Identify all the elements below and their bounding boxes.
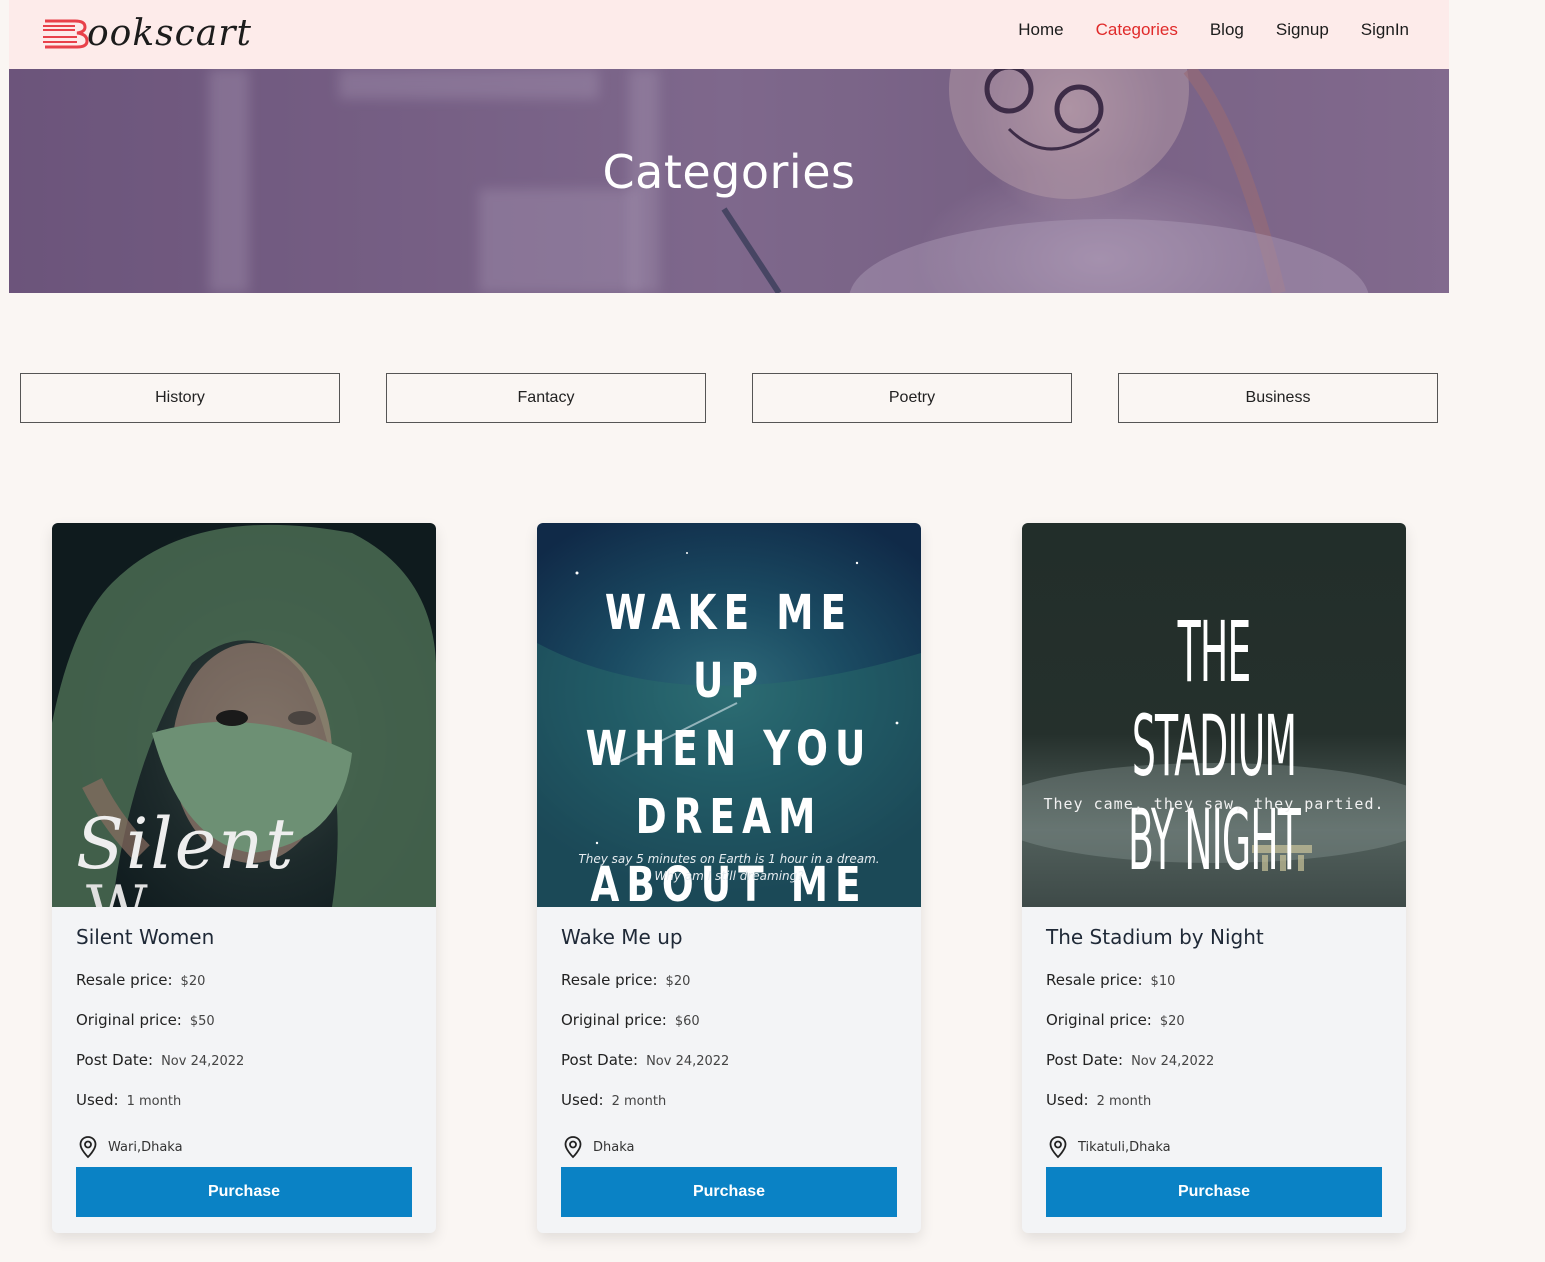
original-price-row: Original price: $60 [561, 1011, 700, 1029]
resale-price-row: Resale price: $10 [1046, 971, 1175, 989]
page-title: Categories [602, 145, 856, 199]
page: ookscart Home Categories Blog Signup Sig… [9, 0, 1449, 1262]
book-cover-image[interactable]: THE STADIUM BY NIGHT They came, they saw… [1022, 523, 1406, 907]
resale-price-label: Resale price: [76, 971, 173, 989]
hero-banner: Categories [9, 69, 1449, 293]
original-price-label: Original price: [561, 1011, 667, 1029]
location-pin-icon [1049, 1136, 1067, 1159]
post-date-value: Nov 24,2022 [1131, 1054, 1215, 1069]
book-title: Silent Women [76, 925, 215, 949]
category-poetry-button[interactable]: Poetry [752, 373, 1072, 423]
book-stack-logo-icon [43, 19, 89, 49]
location-row: Tikatuli,Dhaka [1046, 1135, 1171, 1159]
location-value: Wari,Dhaka [108, 1139, 183, 1155]
book-cover-image[interactable]: Silent W [52, 523, 436, 907]
resale-price-label: Resale price: [1046, 971, 1143, 989]
nav-categories[interactable]: Categories [1080, 20, 1194, 40]
resale-price-row: Resale price: $20 [76, 971, 205, 989]
resale-price-label: Resale price: [561, 971, 658, 989]
logo-text: ookscart [87, 12, 252, 54]
purchase-button[interactable]: Purchase [76, 1167, 412, 1217]
nav-links: Home Categories Blog Signup SignIn [1002, 0, 1425, 60]
post-date-label: Post Date: [1046, 1051, 1124, 1069]
resale-price-value: $20 [665, 974, 691, 989]
location-value: Dhaka [593, 1139, 635, 1155]
used-value: 1 month [126, 1094, 182, 1109]
used-label: Used: [1046, 1091, 1089, 1109]
used-value: 2 month [611, 1094, 667, 1109]
nav-signin[interactable]: SignIn [1345, 20, 1425, 40]
resale-price-value: $20 [180, 974, 206, 989]
nav-blog[interactable]: Blog [1194, 20, 1260, 40]
resale-price-row: Resale price: $20 [561, 971, 690, 989]
used-label: Used: [76, 1091, 119, 1109]
original-price-row: Original price: $50 [76, 1011, 215, 1029]
original-price-row: Original price: $20 [1046, 1011, 1185, 1029]
post-date-value: Nov 24,2022 [161, 1054, 245, 1069]
original-price-value: $20 [1159, 1014, 1185, 1029]
original-price-label: Original price: [76, 1011, 182, 1029]
book-card: THE STADIUM BY NIGHT They came, they saw… [1022, 523, 1406, 1233]
book-card: WAKE ME UP WHEN YOU DREAM ABOUT ME They … [537, 523, 921, 1233]
used-value: 2 month [1096, 1094, 1152, 1109]
logo[interactable]: ookscart [41, 8, 252, 58]
location-row: Wari,Dhaka [76, 1135, 183, 1159]
cover-title-text-2: W [86, 873, 148, 907]
cover-tagline: They say 5 minutes on Earth is 1 hour in… [578, 852, 880, 883]
cover-tagline: They came, they saw, they partied. [1043, 795, 1385, 813]
category-filter-row: History Fantacy Poetry Business [20, 373, 1438, 423]
book-cover-image[interactable]: WAKE ME UP WHEN YOU DREAM ABOUT ME They … [537, 523, 921, 907]
post-date-row: Post Date: Nov 24,2022 [1046, 1051, 1214, 1069]
post-date-row: Post Date: Nov 24,2022 [561, 1051, 729, 1069]
book-title: The Stadium by Night [1046, 925, 1264, 949]
original-price-value: $60 [674, 1014, 700, 1029]
nav-home[interactable]: Home [1002, 20, 1079, 40]
post-date-label: Post Date: [76, 1051, 154, 1069]
cover-title-text: THE STADIUM BY NIGHT [1127, 603, 1301, 889]
original-price-label: Original price: [1046, 1011, 1152, 1029]
category-business-button[interactable]: Business [1118, 373, 1438, 423]
category-fantacy-button[interactable]: Fantacy [386, 373, 706, 423]
purchase-button[interactable]: Purchase [1046, 1167, 1382, 1217]
used-row: Used: 1 month [76, 1091, 181, 1109]
used-row: Used: 2 month [1046, 1091, 1151, 1109]
nav-signup[interactable]: Signup [1260, 20, 1345, 40]
post-date-row: Post Date: Nov 24,2022 [76, 1051, 244, 1069]
location-value: Tikatuli,Dhaka [1078, 1139, 1171, 1155]
location-pin-icon [564, 1136, 582, 1159]
original-price-value: $50 [189, 1014, 215, 1029]
post-date-value: Nov 24,2022 [646, 1054, 730, 1069]
book-card: Silent W Silent Women Resale price: $20 … [52, 523, 436, 1233]
navbar: ookscart Home Categories Blog Signup Sig… [9, 0, 1449, 69]
used-row: Used: 2 month [561, 1091, 666, 1109]
post-date-label: Post Date: [561, 1051, 639, 1069]
used-label: Used: [561, 1091, 604, 1109]
resale-price-value: $10 [1150, 974, 1176, 989]
location-pin-icon [79, 1136, 97, 1159]
category-history-button[interactable]: History [20, 373, 340, 423]
book-title: Wake Me up [561, 925, 683, 949]
purchase-button[interactable]: Purchase [561, 1167, 897, 1217]
location-row: Dhaka [561, 1135, 634, 1159]
